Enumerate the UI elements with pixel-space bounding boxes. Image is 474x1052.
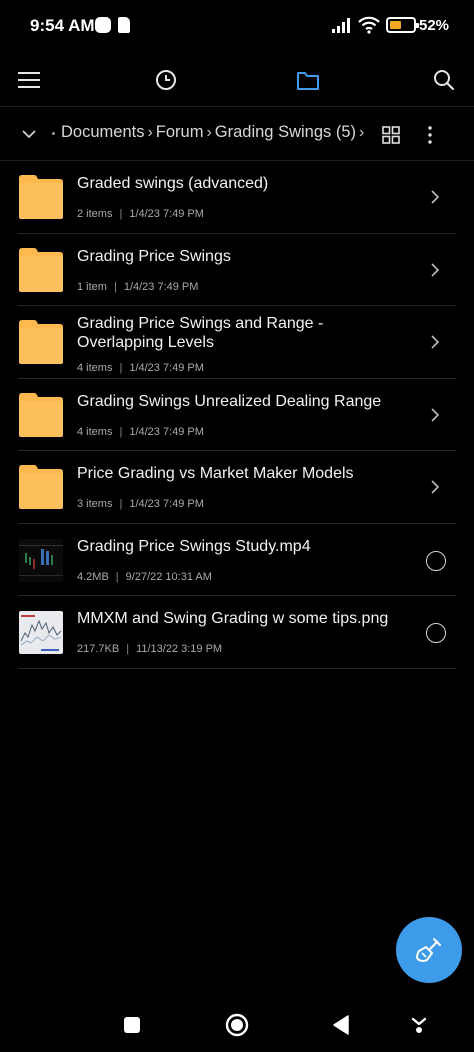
breadcrumb-item-current[interactable]: Grading Swings (5): [215, 123, 356, 142]
status-bar: 9:54 AM 52%: [0, 0, 474, 52]
file-date: 1/4/23 7:49 PM: [129, 362, 204, 374]
search-icon: [434, 70, 455, 91]
chevron-right-icon: [431, 407, 440, 422]
file-size: 4 items: [77, 362, 113, 374]
top-toolbar: [0, 52, 474, 106]
file-date: 9/27/22 10:31 AM: [125, 570, 212, 583]
chevron-down-dot-icon: [411, 1017, 427, 1033]
file-date: 1/4/23 7:49 PM: [129, 498, 204, 510]
file-size: 2 items: [77, 208, 113, 220]
status-time: 9:54 AM: [30, 16, 95, 35]
file-size: 4 items: [77, 425, 113, 438]
breadcrumb-item-forum[interactable]: Forum: [156, 123, 204, 142]
menu-icon: [18, 72, 40, 88]
wifi-icon: [358, 16, 380, 34]
square-icon: [124, 1017, 140, 1033]
files-tab-button[interactable]: [286, 58, 330, 102]
file-size: 1 item: [77, 280, 107, 293]
folder-icon: [297, 71, 319, 90]
home-nav-button[interactable]: [219, 1007, 255, 1043]
file-name: Grading Price Swings: [77, 247, 231, 265]
file-meta: 4.2MB | 9/27/22 10:31 AM: [77, 570, 212, 583]
file-size: 3 items: [77, 498, 113, 510]
breadcrumb-expand-button[interactable]: [14, 116, 44, 152]
home-circle-icon: [225, 1013, 249, 1037]
broom-icon: [416, 938, 441, 962]
video-thumbnail: [19, 538, 63, 582]
list-item-folder[interactable]: Grading Swings Unrealized Dealing Range …: [0, 379, 474, 451]
file-name: MMXM and Swing Grading w some tips.png: [77, 610, 389, 627]
file-name: Grading Swings Unrealized Dealing Range: [77, 392, 382, 410]
breadcrumb-path: Documents › Forum › Grading Swings (5) ›: [61, 123, 367, 142]
grid-view-icon: [382, 126, 400, 144]
file-meta: 1 item | 1/4/23 7:49 PM: [77, 280, 199, 293]
breadcrumb-separator-icon: ›: [147, 123, 153, 141]
folder-icon: [19, 465, 63, 509]
more-options-button[interactable]: [416, 120, 444, 150]
breadcrumb-separator-icon: ›: [359, 123, 365, 141]
file-name: Graded swings (advanced): [77, 175, 269, 192]
back-nav-button[interactable]: [323, 1007, 359, 1043]
folder-icon: [19, 175, 63, 219]
search-button[interactable]: [422, 58, 466, 102]
breadcrumb: Documents › Forum › Grading Swings (5) ›: [0, 108, 474, 160]
toolbar-divider: [0, 106, 474, 107]
recents-nav-button[interactable]: [114, 1007, 150, 1043]
folder-icon: [19, 320, 63, 364]
file-meta: 4 items | 1/4/23 7:49 PM: [77, 362, 204, 374]
breadcrumb-item-documents[interactable]: Documents: [61, 123, 144, 142]
file-date: 1/4/23 7:49 PM: [129, 425, 204, 438]
battery-icon: [386, 17, 419, 33]
file-name: Grading Price Swings Study.mp4: [77, 537, 311, 555]
breadcrumb-separator-icon: ›: [206, 123, 212, 141]
file-list: Graded swings (advanced) 2 items | 1/4/23 …: [0, 161, 474, 669]
file-date: 1/4/23 7:49 PM: [123, 280, 199, 293]
notification-app-icon: [95, 17, 111, 33]
battery-percent: 52%: [419, 17, 450, 34]
select-checkbox[interactable]: [426, 623, 446, 643]
file-meta: 2 items | 1/4/23 7:49 PM: [77, 208, 204, 220]
file-date: 11/13/22 3:19 PM: [136, 643, 223, 655]
back-triangle-icon: [333, 1015, 349, 1035]
list-item-file[interactable]: MMXM and Swing Grading w some tips.png 2…: [0, 596, 474, 669]
hide-nav-button[interactable]: [401, 1007, 437, 1043]
file-date: 1/4/23 7:49 PM: [129, 208, 204, 220]
list-item-folder[interactable]: Price Grading vs Market Maker Models 3 i…: [0, 451, 474, 524]
chevron-down-icon: [22, 129, 36, 138]
list-item-file[interactable]: Grading Price Swings Study.mp4 4.2MB | 9/2…: [0, 524, 474, 596]
system-nav-bar: [0, 995, 474, 1052]
file-meta: 3 items | 1/4/23 7:49 PM: [77, 498, 204, 510]
file-meta: 4 items | 1/4/23 7:49 PM: [77, 425, 204, 438]
clean-up-button[interactable]: [396, 917, 462, 983]
file-meta: 217.7KB | 11/13/22 3:19 PM: [77, 643, 223, 655]
menu-button[interactable]: [7, 58, 51, 102]
chevron-right-icon: [431, 480, 440, 494]
sim-card-icon: [118, 17, 130, 33]
signal-icon: [332, 18, 350, 33]
recent-clock-icon: [156, 70, 176, 90]
folder-icon: [19, 392, 63, 437]
recent-tab-button[interactable]: [144, 58, 188, 102]
file-size: 4.2MB: [77, 570, 109, 583]
list-item-folder[interactable]: Grading Price Swings 1 item | 1/4/23 7:49 …: [0, 234, 474, 306]
image-thumbnail: [19, 611, 63, 654]
chevron-right-icon: [431, 335, 440, 349]
more-vertical-icon: [428, 126, 432, 144]
file-size: 217.7KB: [77, 643, 120, 655]
select-checkbox[interactable]: [426, 550, 446, 571]
chevron-right-icon: [431, 262, 440, 277]
list-item-folder[interactable]: Graded swings (advanced) 2 items | 1/4/23 …: [0, 161, 474, 234]
chevron-right-icon: [431, 190, 440, 204]
file-name: Price Grading vs Market Maker Models: [77, 465, 354, 482]
folder-icon: [19, 247, 63, 292]
file-name: Grading Price Swings and Range - Overlap…: [77, 315, 324, 351]
breadcrumb-overflow-dot: [52, 132, 55, 135]
list-item-folder[interactable]: Grading Price Swings and Range - Overlap…: [0, 306, 474, 379]
grid-view-button[interactable]: [376, 120, 406, 150]
